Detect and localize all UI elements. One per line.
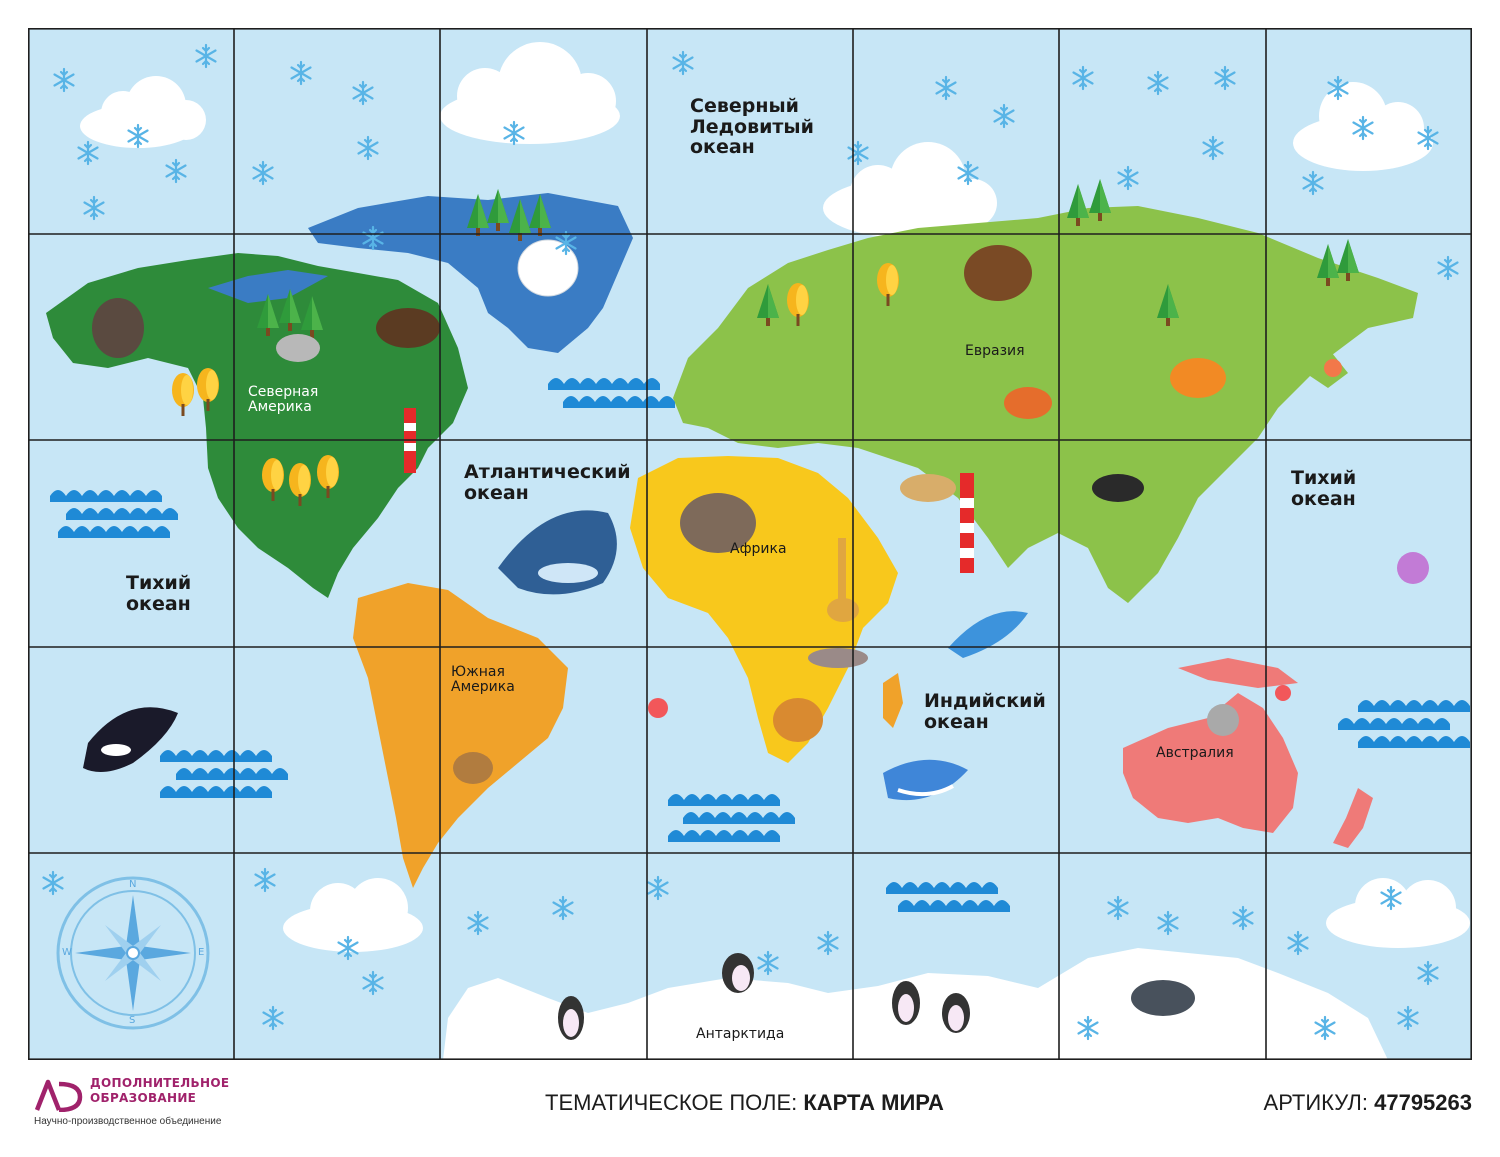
world-map: Северный Ледовитый океан Атлантический о… bbox=[28, 28, 1472, 1060]
compass-n: N bbox=[129, 879, 137, 890]
compass-e: E bbox=[198, 947, 205, 958]
north-america-label: Северная Америка bbox=[248, 384, 319, 416]
compass-s: S bbox=[129, 1015, 136, 1026]
brand-tagline: Научно-производственное объединение bbox=[34, 1116, 222, 1127]
field-title: ТЕМАТИЧЕСКОЕ ПОЛЕ: КАРТА МИРА bbox=[545, 1090, 944, 1116]
article-value: 47795263 bbox=[1374, 1090, 1472, 1115]
brand-logo-icon bbox=[34, 1079, 83, 1112]
field-title-name: КАРТА МИРА bbox=[803, 1090, 944, 1115]
brand-name: ДОПОЛНИТЕЛЬНОЕ ОБРАЗОВАНИЕ bbox=[90, 1076, 230, 1105]
compass-w: W bbox=[62, 947, 72, 958]
article-number: АРТИКУЛ: 47795263 bbox=[1264, 1090, 1472, 1116]
pacific-ocean-right-label: Тихий океан bbox=[1291, 467, 1357, 510]
compass-icon bbox=[56, 876, 210, 1030]
australia-label: Австралия bbox=[1156, 745, 1234, 761]
antarctica-label: Антарктида bbox=[696, 1026, 785, 1042]
africa-label: Африка bbox=[730, 541, 787, 557]
south-america-label: Южная Америка bbox=[451, 664, 515, 696]
field-title-prefix: ТЕМАТИЧЕСКОЕ ПОЛЕ: bbox=[545, 1090, 804, 1115]
pacific-ocean-left-label: Тихий океан bbox=[126, 572, 192, 615]
indian-ocean-label: Индийский океан bbox=[924, 690, 1046, 733]
atlantic-ocean-label: Атлантический океан bbox=[464, 461, 631, 504]
brand-block: ДОПОЛНИТЕЛЬНОЕ ОБРАЗОВАНИЕ Научно-произв… bbox=[34, 1076, 294, 1136]
arctic-ocean-label: Северный Ледовитый океан bbox=[690, 95, 814, 159]
eurasia-label: Евразия bbox=[965, 343, 1025, 359]
article-prefix: АРТИКУЛ: bbox=[1263, 1090, 1375, 1115]
